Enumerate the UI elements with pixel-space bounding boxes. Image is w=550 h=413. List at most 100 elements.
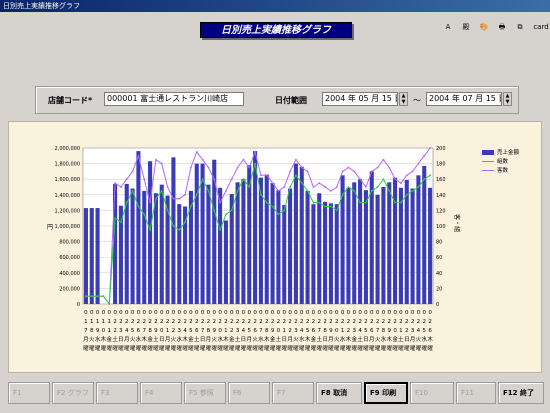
customers-point: [184, 193, 186, 196]
fkey-7-button: F7: [272, 382, 314, 404]
fkey-12-button[interactable]: F12 終了: [498, 382, 544, 404]
sales-bar: [200, 163, 205, 304]
x-tick-label: 0: [102, 310, 106, 316]
x-tick-label: 2: [218, 319, 222, 325]
customers-point: [359, 178, 361, 181]
groups-point: [230, 209, 233, 212]
x-tick-label: 2: [183, 319, 187, 325]
x-tick-label: 1: [399, 328, 403, 334]
groups-point: [225, 213, 227, 216]
x-tick-label: 5: [248, 328, 252, 334]
y-tick-right: 40: [436, 271, 442, 277]
x-tick-label: 0: [137, 310, 141, 316]
font-icon[interactable]: 殿: [458, 20, 474, 35]
sales-bar: [352, 182, 357, 304]
zoom-icon[interactable]: A: [440, 20, 456, 35]
groups-point: [306, 190, 309, 192]
x-tick-label: 5: [306, 328, 310, 334]
fkey-8-button[interactable]: F8 取消: [316, 382, 362, 404]
x-tick-label: 7: [376, 328, 380, 334]
customers-point: [143, 178, 146, 181]
x-tick-label: 2: [335, 319, 339, 325]
x-tick-label: 8: [207, 328, 211, 334]
sales-bar: [282, 204, 287, 304]
customers-point: [149, 201, 151, 204]
fkey-9-button[interactable]: F9 印刷: [364, 382, 408, 404]
x-tick-label: 0: [271, 310, 275, 316]
y-tick-right: 100: [436, 224, 446, 230]
x-tick-label: 0: [253, 310, 257, 316]
x-tick-label: 2: [259, 319, 263, 325]
date-from-field[interactable]: 2004 年 05 月 15 日: [322, 92, 398, 106]
sales-bar: [410, 188, 415, 304]
fkey-11-button: F11: [456, 382, 496, 404]
legend-label: 組数: [497, 157, 509, 165]
groups-point: [90, 295, 93, 298]
x-tick-label: 2: [312, 319, 316, 325]
groups-point: [283, 209, 286, 212]
x-tick-label: 2: [283, 319, 287, 325]
customers-point: [254, 151, 256, 153]
sales-bar: [95, 208, 100, 304]
store-code-field[interactable]: 000001 富士通レストラン川崎店: [104, 92, 244, 106]
fkey-3-button: F3: [96, 382, 138, 404]
sales-bar: [235, 182, 240, 304]
x-tick-label: 2: [113, 328, 117, 334]
toolbar: A 殿 🎨 🖶 ⧉ card: [440, 20, 550, 35]
y-tick-left: 1,400,000: [55, 193, 80, 199]
groups-point: [365, 201, 367, 204]
groups-point: [248, 186, 251, 188]
x-tick-label: 3: [411, 328, 415, 334]
window-titlebar: 日別売上実績推移グラフ: [0, 0, 550, 12]
customers-point: [155, 158, 157, 161]
groups-point: [149, 229, 151, 231]
printer-icon[interactable]: 🖶: [494, 20, 510, 35]
x-tick-label: 0: [329, 310, 333, 316]
x-tick-label: 3: [119, 328, 123, 334]
x-tick-label: 9: [329, 328, 333, 334]
x-tick-label: 0: [428, 310, 432, 316]
card-icon[interactable]: card: [530, 20, 550, 35]
sales-bar: [416, 175, 421, 304]
store-code-label: 店舗コード*: [48, 96, 93, 105]
paint-icon[interactable]: 🎨: [476, 20, 492, 35]
sales-bar: [363, 190, 368, 304]
x-tick-label: 0: [154, 310, 158, 316]
customers-point: [388, 166, 391, 169]
customers-point: [423, 154, 426, 157]
groups-point: [242, 178, 245, 181]
y-tick-right: 0: [436, 302, 439, 308]
x-tick-label: 2: [113, 319, 117, 325]
x-tick-label: 0: [306, 310, 310, 316]
customers-point: [382, 158, 385, 161]
sales-bar: [346, 187, 351, 304]
x-tick-label: 3: [178, 328, 182, 334]
copy-icon[interactable]: ⧉: [512, 20, 528, 35]
x-tick-label: 0: [294, 310, 298, 316]
x-tick-label: 2: [189, 319, 193, 325]
date-from-spinner[interactable]: ▲ ▼: [399, 92, 408, 106]
date-to-field[interactable]: 2004 年 07 月 15 日: [426, 92, 502, 106]
sales-bar: [142, 190, 147, 304]
sales-bar: [270, 183, 275, 304]
x-tick-label: 1: [224, 328, 228, 334]
groups-point: [137, 205, 140, 208]
x-tick-label: 2: [230, 328, 234, 334]
x-tick-label: 0: [148, 310, 152, 316]
groups-point: [382, 178, 385, 181]
x-tick-label: 0: [96, 310, 100, 316]
groups-point: [335, 209, 338, 212]
groups-point: [131, 190, 134, 192]
y-tick-right: 160: [436, 177, 446, 183]
groups-point: [260, 193, 262, 196]
x-tick-label: 1: [166, 328, 170, 334]
x-tick-label: 0: [242, 310, 246, 316]
x-tick-label: 3: [294, 328, 298, 334]
x-tick-label: 2: [300, 319, 304, 325]
x-tick-label: 月: [165, 336, 171, 343]
x-tick-label: 0: [125, 310, 129, 316]
x-tick-label: 0: [353, 310, 357, 316]
x-tick-label: 0: [388, 310, 392, 316]
date-to-spinner[interactable]: ▲ ▼: [503, 92, 512, 106]
x-tick-label: 2: [358, 319, 362, 325]
